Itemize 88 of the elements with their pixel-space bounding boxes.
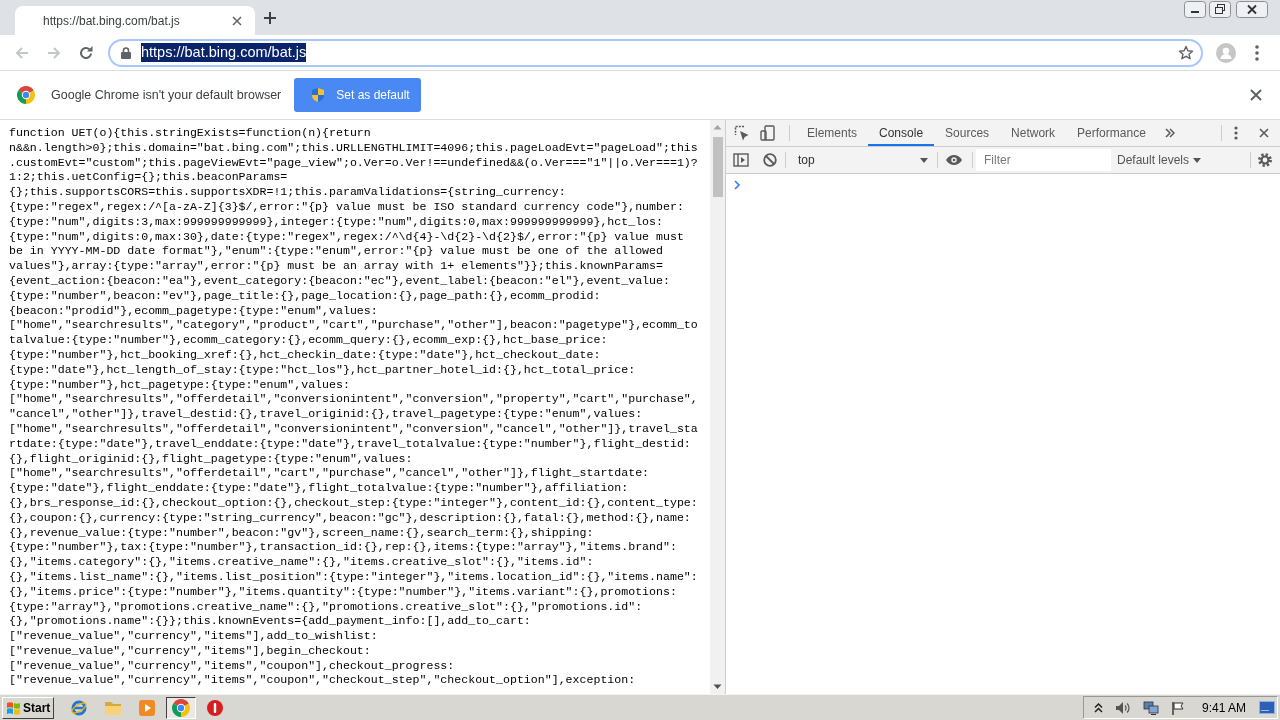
devtools-tab[interactable]: Elements: [796, 120, 869, 146]
settings-icon[interactable]: [1258, 153, 1272, 167]
play-icon: [138, 698, 156, 717]
eye-icon[interactable]: [946, 155, 962, 165]
code-line: ["home","searchresults","offerdetail","conversionintent","conversion","property","cart","purchase",: [9, 392, 699, 408]
close-icon[interactable]: [1250, 89, 1262, 101]
close-icon[interactable]: [1236, 1, 1268, 18]
devtools-tab[interactable]: Sources: [934, 120, 1001, 146]
code-line: {event_action:{beacon:"ea"},event_category:{beacon:"ec"},event_label:{beacon:"el"},event_value:: [9, 273, 671, 289]
double-chevron-up-icon[interactable]: [1093, 702, 1103, 713]
inspect-icon[interactable]: [734, 125, 750, 141]
code-line: {},flight_originid:{},flight_pagetype:{type:"enum",values:: [9, 451, 414, 467]
devtools-tab[interactable]: Network: [1000, 120, 1067, 146]
code-line: {},coupon:{},currency:{type:"string_currency",beacon:"gc"},description:{},fatal:{},method:{},name:: [9, 510, 692, 526]
code-line: ["revenue_value","currency","items"],begin_checkout:: [9, 643, 372, 659]
code-line: .customEvt="custom";this.pageViewEvt="page_view";o.Ver=o.Ver!==undefined&&(o.Ver==="1"||o.Ver===1)?: [9, 155, 699, 171]
code-line: {},"items.category":{},"items.creative_name":{},"items.creative_slot":{},"items.id":: [9, 555, 595, 570]
lock-icon: [121, 46, 131, 59]
reload-icon[interactable]: [78, 44, 94, 61]
context-select[interactable]: top: [790, 149, 935, 171]
star-icon[interactable]: [1178, 44, 1194, 61]
device-icon[interactable]: [760, 125, 776, 141]
menu-icon[interactable]: [1255, 44, 1259, 61]
code-line: {type:"array"},"promotions.creative_name":{},"promotions.creative_slot":{},"promotions.id":: [9, 599, 644, 615]
sidebar-toggle-icon[interactable]: [733, 152, 749, 168]
code-line: {},"items.list_name":{},"items.list_position":{type:"integer"},"items.location_id":{},"items.name":: [9, 569, 699, 585]
code-line: {type:"num",digits:0,max:30},date:{type:"regex",regex:/^\d{4}-\d{2}-\d{2}$/,error:"{p} value must: [9, 229, 685, 245]
clock[interactable]: 9:41 AM: [1201, 700, 1246, 715]
code-line: {type:"number"},hct_booking_xref:{},hct_checkin_date:{type:"date"},hct_checkout_date:: [9, 347, 602, 363]
code-line: {},"promotions.name":{}};this.knownEvents={add_payment_info:[],add_to_cart:: [9, 614, 532, 630]
code-line: 1:2;this.uetConfig={};this.beaconParams=: [9, 170, 289, 186]
scrollbar-thumb[interactable]: [712, 137, 723, 197]
shield-icon: [312, 88, 325, 102]
close-icon[interactable]: [232, 15, 242, 26]
code-line: {type:"date"},flight_enddate:{type:"date"},flight_totalvalue:{type:"number"},affiliation:: [9, 481, 630, 496]
browser-tab[interactable]: https://bat.bing.com/bat.js: [15, 6, 255, 35]
code-line: ["home","searchresults","category","product","cart","purchase","other"],beacon:"pagetype"},ecomm_to: [9, 318, 699, 334]
code-line: {type:"num",digits:3,max:999999999999},integer:{type:"num",digits:0,max:999999999999},hct_los:: [9, 214, 664, 230]
infobar-message: Google Chrome isn't your default browser: [51, 88, 282, 102]
caret-icon: [1193, 157, 1202, 163]
levels-dropdown[interactable]: Default levels: [1117, 153, 1202, 167]
start-button[interactable]: Start: [2, 696, 54, 719]
close-icon[interactable]: [1259, 128, 1269, 138]
minimize-icon[interactable]: [1184, 1, 1206, 18]
network-icon[interactable]: [1142, 700, 1159, 715]
windows-flag-icon: [6, 700, 21, 715]
code-line: ["home","searchresults","offerdetail","conversionintent","conversion","cancel","other"]},travel_sta: [9, 421, 699, 437]
code-line: {type:"number"},tax:{type:"number"},transaction_id:{},rep:{},items:{type:"array"},"items.brand":: [9, 540, 678, 556]
speaker-icon[interactable]: [1114, 700, 1131, 715]
url-text: https://bat.bing.com/bat.js: [141, 43, 307, 62]
code-line: ["revenue_value","currency","items","coupon","checkout_step","checkout_option"],exception:: [9, 673, 637, 689]
code-line: ["home","searchresults","offerdetail","cart","purchase","cancel","other"]},flight_startdate:: [9, 466, 651, 482]
code-line: "cancel","other"]},travel_destid:{},travel_originid:{},travel_pagetype:{type:"enum",values:: [9, 407, 644, 422]
prompt-icon: [734, 180, 741, 190]
more-tabs-icon[interactable]: [1164, 128, 1175, 138]
circle-slash-icon[interactable]: [763, 153, 777, 167]
code-line: be in YYYY-MM-DD date format"},"enum":{type:"enum",error:"{p} value must be one of the allowed: [9, 244, 664, 260]
code-line: function UET(o){this.stringExists=function(n){return: [9, 126, 372, 141]
more-options-icon[interactable]: [1234, 126, 1238, 140]
new-tab-icon[interactable]: [264, 11, 276, 24]
code-line: n&&n.length>0};this.domain="bat.bing.com";this.URLLENGTHLIMIT=4096;this.pageLoadEvt="pageLoad";this: [9, 140, 699, 156]
scrollbar[interactable]: [710, 120, 725, 694]
code-line: values"},array:{type:"array",error:"{p} must be an array with 1+ elements"}};this.knownParams=: [9, 259, 664, 274]
alert-icon: [206, 698, 224, 717]
restore-icon[interactable]: [1209, 1, 1231, 18]
taskbar-button[interactable]: [166, 696, 196, 719]
code-line: {type:"regex",regex:/^[a-zA-Z]{3}$/,error:"{p} value must be ISO standard currency code"},number:: [9, 200, 685, 215]
browser-icon: [70, 698, 88, 717]
code-line: ["revenue_value","currency","items"],add_to_wishlist:: [9, 629, 379, 644]
code-line: {};this.supportsCORS=this.supportsXDR=!1;this.paramValidations={string_currency:: [9, 185, 567, 200]
address-bar[interactable]: https://bat.bing.com/bat.js: [108, 38, 1203, 67]
code-line: rtdate:{type:"date"},travel_enddate:{type:"date"},travel_totalvalue:{type:"number"},flight_destid:: [9, 436, 692, 452]
devtools-tab[interactable]: Performance: [1066, 120, 1157, 146]
code-line: {},revenue_value:{type:"number",beacon:"gv"},screen_name:{},search_term:{},shipping:: [9, 525, 595, 541]
code-line: {},brs_response_id:{},checkout_option:{},checkout_step:{type:"integer"},content_id:{},content_type:: [9, 495, 699, 511]
code-line: {type:"number"},hct_pagetype:{type:"enum",values:: [9, 377, 351, 393]
filter-field[interactable]: Filter: [976, 149, 1111, 171]
code-line: {type:"date"},hct_length_of_stay:{type:"hct_los"},hct_partner_hotel_id:{},hct_total_price:: [9, 362, 637, 378]
flag-icon[interactable]: [1170, 700, 1185, 715]
code-line: talvalue:{type:"number"},ecomm_category:{},ecomm_query:{},ecomm_exp:{},hct_base_price:: [9, 333, 609, 348]
browser-logo-icon: [17, 86, 35, 104]
caret-icon: [920, 157, 928, 163]
code-line: ["revenue_value","currency","items","coupon"],checkout_progress:: [9, 658, 456, 674]
code-line: {},"items.price":{type:"number"},"items.quantity":{type:"number"},"items.variant":{},promotions:: [9, 584, 678, 600]
browser-logo-icon: [172, 698, 190, 717]
code-line: {beacon:"prodid"},ecomm_pagetype:{type:"enum",values:: [9, 303, 379, 319]
monitor-icon[interactable]: [1259, 701, 1275, 714]
code-line: {type:"number",beacon:"ev"},page_title:{},page_location:{},page_path:{},ecomm_prodid:: [9, 288, 602, 304]
